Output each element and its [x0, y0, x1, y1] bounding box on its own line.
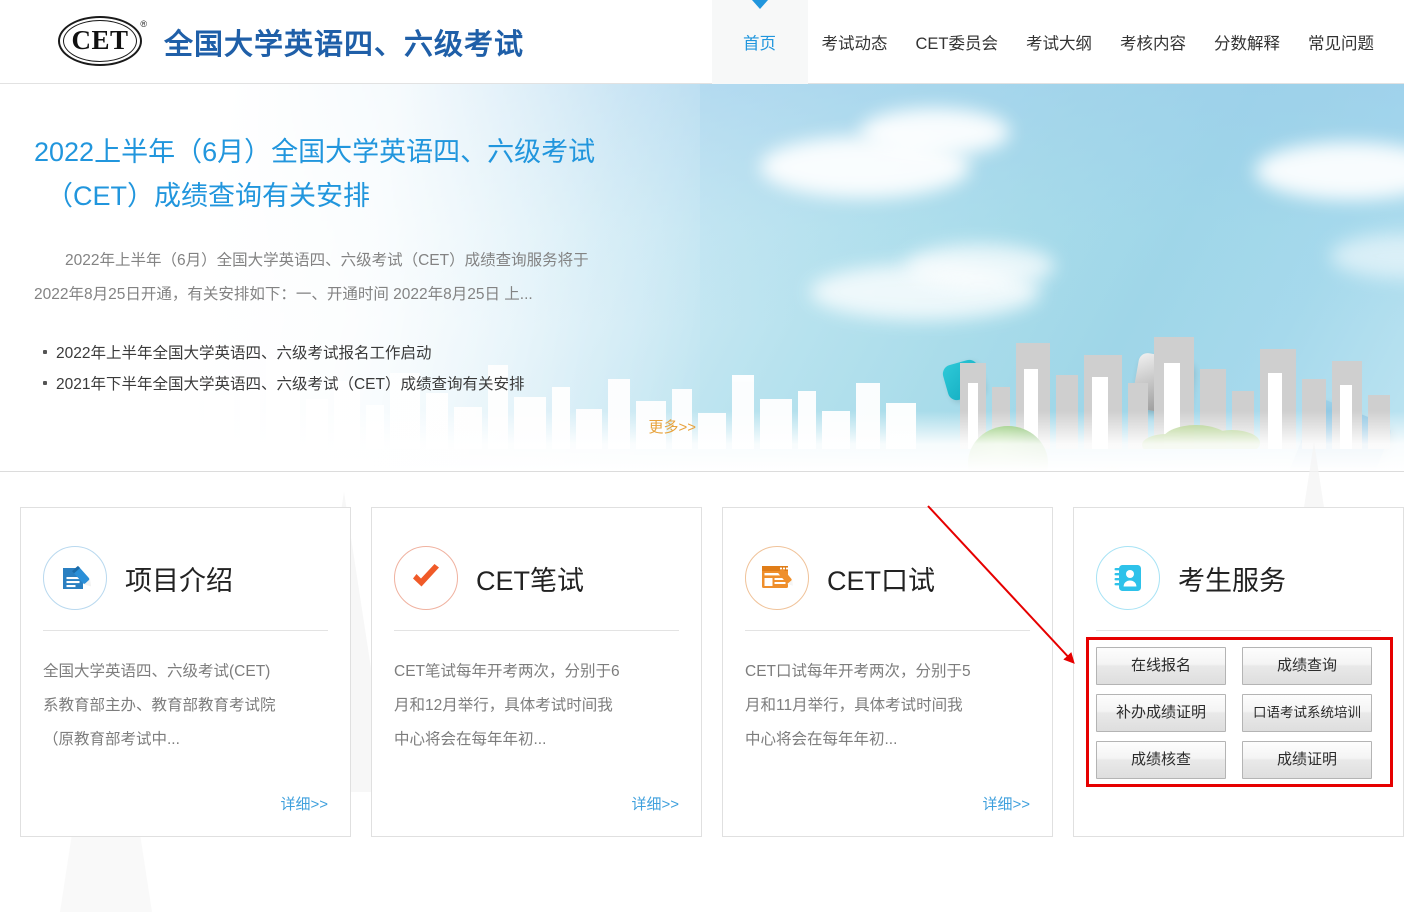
card-desc-line: （原教育部考试中...	[43, 723, 328, 757]
cloud-decoration	[1330, 234, 1404, 278]
banner-description: 2022年上半年（6月）全国大学英语四、六级考试（CET）成绩查询服务将于 20…	[34, 244, 670, 312]
services-area: 在线报名 成绩查询 补办成绩证明 口语考试系统培训 成绩核查 成绩证明	[1096, 647, 1381, 779]
chevron-down-icon	[752, 0, 768, 9]
card-desc-line: 月和12月举行，具体考试时间我	[394, 689, 679, 723]
tree-crown-decoration	[968, 426, 1048, 472]
banner-text-block: 2022上半年（6月）全国大学英语四、六级考试 （CET）成绩查询有关安排 20…	[0, 84, 700, 437]
cube-decoration	[941, 358, 986, 403]
main-nav: 首页 考试动态 CET委员会 考试大纲 考核内容 分数解释 常见问题	[712, 0, 1404, 84]
service-button-oral-exam-system-training[interactable]: 口语考试系统培训	[1242, 694, 1372, 732]
cloud-decoration	[1255, 142, 1404, 200]
nav-item-label: 考试大纲	[1026, 30, 1092, 54]
card-header: CET口试	[745, 526, 1030, 630]
service-button-score-query[interactable]: 成绩查询	[1242, 647, 1372, 685]
banner-desc-line1: 2022年上半年（6月）全国大学英语四、六级考试（CET）成绩查询服务将于	[34, 244, 670, 278]
check-mark-icon	[394, 546, 458, 610]
nav-item-home[interactable]: 首页	[712, 0, 808, 84]
card-desc-line: 中心将会在每年年初...	[745, 723, 1030, 757]
card-description: CET笔试每年开考两次，分别于6 月和12月举行，具体考试时间我 中心将会在每年…	[394, 655, 679, 757]
cloud-decoration	[810, 264, 1040, 320]
service-button-online-registration[interactable]: 在线报名	[1096, 647, 1226, 685]
banner-news-label: 2021年下半年全国大学英语四、六级考试（CET）成绩查询有关安排	[56, 376, 524, 393]
nav-item-faq[interactable]: 常见问题	[1294, 0, 1388, 84]
card-divider	[745, 630, 1030, 631]
cet-oval-logo-icon: CET ®	[56, 14, 152, 70]
contact-book-icon	[1096, 546, 1160, 610]
service-button-score-certificate[interactable]: 成绩证明	[1242, 741, 1372, 779]
cube-decoration	[1040, 465, 1135, 472]
banner-headline[interactable]: 2022上半年（6月）全国大学英语四、六级考试 （CET）成绩查询有关安排	[34, 130, 674, 218]
card-title: CET笔试	[476, 559, 584, 598]
nav-item-label: 常见问题	[1308, 30, 1374, 54]
card-project-intro[interactable]: 项目介绍 全国大学英语四、六级考试(CET) 系教育部主办、教育部教育考试院 （…	[20, 507, 351, 837]
nav-item-label: CET委员会	[916, 30, 999, 54]
banner-more-link[interactable]: 更多>>	[34, 416, 696, 437]
nav-item-label: 考试动态	[822, 30, 888, 54]
card-detail-link[interactable]: 详细>>	[631, 793, 679, 814]
nav-item-assessment-content[interactable]: 考核内容	[1106, 0, 1200, 84]
cloud-decoration	[760, 136, 970, 198]
card-desc-line: 中心将会在每年年初...	[394, 723, 679, 757]
card-header: 项目介绍	[43, 526, 328, 630]
card-desc-line: 全国大学英语四、六级考试(CET)	[43, 655, 328, 689]
card-divider	[394, 630, 679, 631]
banner-news-label: 2022年上半年全国大学英语四、六级考试报名工作启动	[56, 345, 431, 362]
site-title: 全国大学英语四、六级考试	[164, 21, 524, 63]
card-candidate-services[interactable]: 考生服务 在线报名 成绩查询 补办成绩证明 口语考试系统培训 成绩核查 成绩证明	[1073, 507, 1404, 837]
nav-item-score-interpretation[interactable]: 分数解释	[1200, 0, 1294, 84]
card-cet-written[interactable]: CET笔试 CET笔试每年开考两次，分别于6 月和12月举行，具体考试时间我 中…	[371, 507, 702, 837]
card-desc-line: CET口试每年开考两次，分别于5	[745, 655, 1030, 689]
site-header: CET ® 全国大学英语四、六级考试 首页 考试动态 CET委员会 考试大纲 考…	[0, 0, 1404, 84]
card-description: 全国大学英语四、六级考试(CET) 系教育部主办、教育部教育考试院 （原教育部考…	[43, 655, 328, 757]
cloud-decoration	[860, 108, 1010, 156]
service-button-score-verification[interactable]: 成绩核查	[1096, 741, 1226, 779]
cards-row: 项目介绍 全国大学英语四、六级考试(CET) 系教育部主办、教育部教育考试院 （…	[20, 507, 1404, 837]
hero-banner: 2022上半年（6月）全国大学英语四、六级考试 （CET）成绩查询有关安排 20…	[0, 84, 1404, 472]
card-divider	[1096, 630, 1381, 631]
card-description: CET口试每年开考两次，分别于5 月和11月举行，具体考试时间我 中心将会在每年…	[745, 655, 1030, 757]
card-cet-oral[interactable]: CET口试 CET口试每年开考两次，分别于5 月和11月举行，具体考试时间我 中…	[722, 507, 1053, 837]
registered-mark-icon: ®	[140, 19, 147, 29]
brand[interactable]: CET ® 全国大学英语四、六级考试	[56, 14, 524, 70]
nav-item-label: 分数解释	[1214, 30, 1280, 54]
banner-news-item[interactable]: 2021年下半年全国大学英语四、六级考试（CET）成绩查询有关安排	[34, 369, 700, 400]
banner-headline-line2: （CET）成绩查询有关安排	[34, 174, 674, 218]
cloud-decoration	[905, 244, 1055, 288]
logo-text: CET	[56, 14, 144, 68]
cube-decoration	[1131, 352, 1194, 417]
document-pen-icon	[43, 546, 107, 610]
nav-item-syllabus[interactable]: 考试大纲	[1012, 0, 1106, 84]
cards-section: 项目介绍 全国大学英语四、六级考试(CET) 系教育部主办、教育部教育考试院 （…	[0, 472, 1404, 834]
banner-news-item[interactable]: 2022年上半年全国大学英语四、六级考试报名工作启动	[34, 338, 700, 369]
window-pen-icon	[745, 546, 809, 610]
card-desc-line: CET笔试每年开考两次，分别于6	[394, 655, 679, 689]
card-title: CET口试	[827, 559, 935, 598]
nav-item-label: 首页	[743, 30, 776, 54]
card-title: 项目介绍	[125, 559, 233, 598]
card-detail-link[interactable]: 详细>>	[280, 793, 328, 814]
card-header: CET笔试	[394, 526, 679, 630]
cube-decoration	[1287, 397, 1393, 472]
service-button-reissue-score-certificate[interactable]: 补办成绩证明	[1096, 694, 1226, 732]
banner-desc-line2: 2022年8月25日开通，有关安排如下：一、开通时间 2022年8月25日 上.…	[34, 278, 670, 312]
service-buttons-grid: 在线报名 成绩查询 补办成绩证明 口语考试系统培训 成绩核查 成绩证明	[1096, 647, 1381, 779]
card-divider	[43, 630, 328, 631]
card-header: 考生服务	[1096, 526, 1381, 630]
card-desc-line: 月和11月举行，具体考试时间我	[745, 689, 1030, 723]
nav-item-cet-committee[interactable]: CET委员会	[902, 0, 1013, 84]
banner-headline-line1: 2022上半年（6月）全国大学英语四、六级考试	[34, 137, 595, 167]
card-desc-line: 系教育部主办、教育部教育考试院	[43, 689, 328, 723]
banner-news-list: 2022年上半年全国大学英语四、六级考试报名工作启动 2021年下半年全国大学英…	[34, 338, 700, 400]
card-title: 考生服务	[1178, 559, 1286, 598]
nav-item-label: 考核内容	[1120, 30, 1186, 54]
card-detail-link[interactable]: 详细>>	[982, 793, 1030, 814]
nav-item-exam-news[interactable]: 考试动态	[808, 0, 902, 84]
